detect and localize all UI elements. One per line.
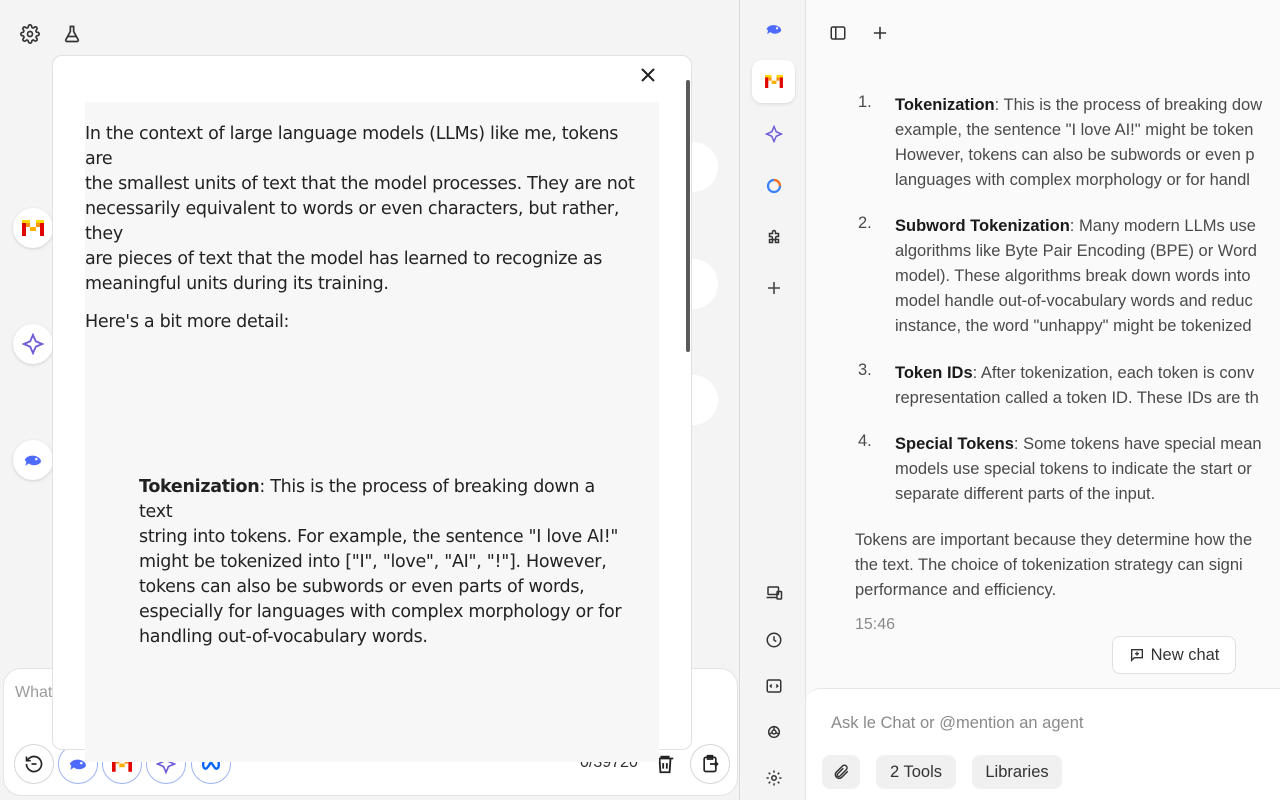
modal-content: In the context of large language models … (85, 102, 659, 762)
settings-gear-icon[interactable] (16, 20, 44, 48)
list-item: Special Tokens: Some tokens have special… (895, 432, 1280, 507)
text-line: However, tokens can also be subwords or … (895, 146, 1255, 164)
list-item: Token IDs: After tokenization, each toke… (895, 361, 1280, 411)
text-line: algorithms like Byte Pair Encoding (BPE)… (895, 242, 1257, 260)
mistral-logo-icon (764, 75, 783, 88)
text-line: models use special tokens to indicate th… (895, 460, 1252, 478)
text-line: especially for languages with complex mo… (139, 602, 622, 622)
whale-icon (24, 455, 41, 466)
new-chat-label: New chat (1150, 645, 1220, 664)
devices-icon (766, 585, 782, 600)
closing-paragraph: Tokens are important because they determ… (855, 528, 1252, 603)
sidebar-deepseek[interactable] (752, 7, 795, 50)
modal-bullet: Tokenization: This is the process of bre… (139, 475, 627, 650)
text-line: handling out-of-vocabulary words. (139, 627, 428, 647)
bullet-term: Tokenization (139, 477, 260, 497)
list-number: 2. (858, 214, 872, 232)
text-line: : Many modern LLMs use (1069, 217, 1256, 235)
puzzle-icon (768, 229, 779, 243)
list-number: 4. (858, 432, 872, 450)
sidebar-history[interactable] (752, 618, 795, 661)
ring-logo-icon (766, 178, 781, 193)
modal-paragraph: Here's a bit more detail: (85, 312, 290, 332)
left-pane: What 0/39720 In the context of large lan… (0, 0, 740, 800)
text-line: the smallest units of text that the mode… (85, 174, 635, 194)
gear-icon (766, 770, 781, 785)
text-line: meaningful units during its training. (85, 274, 389, 294)
list-term: Tokenization (895, 96, 995, 114)
ai-star-icon (764, 124, 783, 143)
sidebar-ring-model[interactable] (752, 164, 795, 207)
text-line: model handle out-of-vocabulary words and… (895, 292, 1253, 310)
text-line: instance, the word "unhappy" might be to… (895, 317, 1252, 335)
mistral-avatar-button[interactable] (13, 208, 53, 248)
new-chat-icon (1130, 649, 1143, 662)
text-line: representation called a token ID. These … (895, 389, 1259, 407)
list-item: Subword Tokenization: Many modern LLMs u… (895, 214, 1280, 339)
text-line: Tokens are important because they determ… (855, 531, 1253, 549)
sidebar-extensions[interactable] (752, 216, 795, 259)
openai-icon (767, 725, 780, 738)
text-line: : This is the process of breaking dow (994, 96, 1263, 114)
list-number: 1. (858, 93, 872, 111)
libraries-button[interactable]: Libraries (972, 755, 1062, 789)
code-window-icon (766, 678, 781, 693)
chat-pane: 1. Tokenization: This is the process of … (806, 0, 1280, 800)
text-line: are pieces of text that the model has le… (85, 249, 603, 269)
sidebar-star-model[interactable] (752, 112, 795, 155)
deepseek-avatar-button[interactable] (13, 440, 53, 480)
list-term: Special Tokens (895, 435, 1014, 453)
text-line: might be tokenized into ["I", "love", "A… (139, 552, 607, 572)
text-line: languages with complex morphology or for… (895, 171, 1250, 189)
new-chat-button[interactable]: New chat (1112, 636, 1236, 674)
text-line: performance and efficiency. (855, 581, 1057, 599)
text-line: string into tokens. For example, the sen… (139, 527, 619, 547)
paperclip-icon (834, 764, 849, 780)
text-line: In the context of large language models … (85, 124, 619, 169)
sidebar-openai[interactable] (752, 710, 795, 753)
modal-scrollbar[interactable] (686, 80, 690, 352)
text-line: the text. The choice of tokenization str… (855, 556, 1243, 574)
text-line: : Some tokens have special mean (1013, 435, 1262, 453)
sidebar-device[interactable] (752, 571, 795, 614)
whale-icon (766, 24, 781, 34)
tools-button[interactable]: 2 Tools (876, 755, 956, 789)
history-button[interactable] (14, 744, 54, 784)
flask-icon[interactable] (58, 20, 86, 48)
sidebar-code[interactable] (752, 664, 795, 707)
list-item: Tokenization: This is the process of bre… (895, 93, 1280, 193)
chat-input[interactable]: Ask le Chat or @mention an agent (831, 714, 1083, 733)
chat-history-icon (25, 755, 43, 773)
toggle-sidebar-icon[interactable] (826, 21, 850, 45)
text-line: necessarily equivalent to words or even … (85, 199, 620, 244)
sidebar-mistral[interactable] (752, 60, 795, 103)
paste-button[interactable] (690, 744, 730, 784)
text-line: : After tokenization, each token is conv (972, 364, 1255, 382)
list-term: Subword Tokenization (895, 217, 1070, 235)
app-sidebar (742, 0, 806, 800)
message-timestamp: 15:46 (855, 616, 896, 633)
sidebar-add[interactable] (752, 266, 795, 309)
clipboard-icon (703, 754, 719, 773)
text-line: model). These algorithms break down word… (895, 267, 1251, 285)
text-line: separate different parts of the input. (895, 485, 1156, 503)
claude-avatar-button[interactable] (13, 324, 53, 364)
modal-paragraph: In the context of large language models … (85, 122, 645, 297)
sidebar-settings[interactable] (752, 756, 795, 799)
list-number: 3. (858, 361, 872, 379)
close-icon[interactable] (636, 63, 660, 87)
text-line: example, the sentence "I love AI!" might… (895, 121, 1254, 139)
text-line: tokens can also be subwords or even part… (139, 577, 585, 597)
ai-star-icon (22, 333, 44, 355)
mistral-logo-icon (22, 220, 44, 236)
new-tab-plus-icon[interactable] (868, 21, 892, 45)
attach-button[interactable] (822, 755, 860, 789)
clock-icon (766, 632, 781, 647)
prompt-input[interactable]: What (15, 684, 52, 702)
list-term: Token IDs (895, 364, 973, 382)
plus-icon (767, 281, 780, 294)
